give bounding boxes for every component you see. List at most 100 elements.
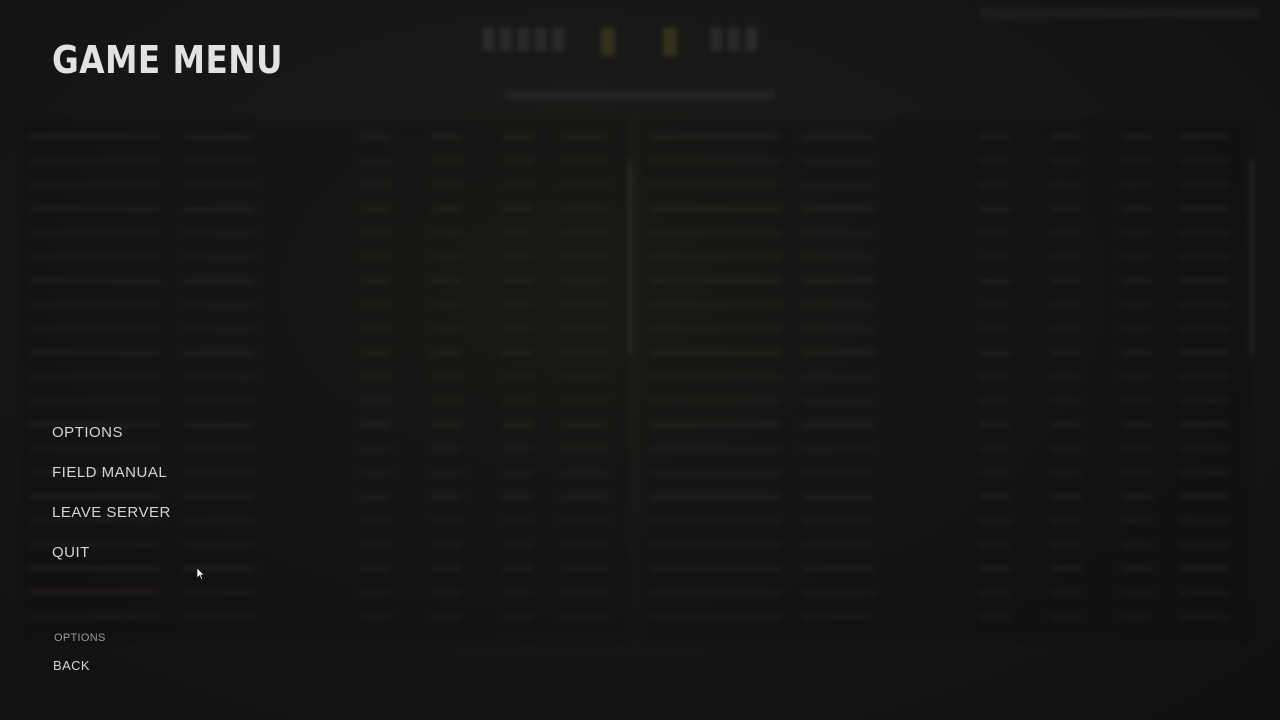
menu-item-leave-server[interactable]: LEAVE SERVER (52, 502, 171, 542)
backdrop-row-segment (360, 591, 390, 594)
backdrop-row-segment (980, 543, 1010, 546)
backdrop-row-segment (803, 183, 875, 186)
backdrop-row-segment (1181, 351, 1229, 354)
menu-item-quit[interactable]: QUIT (52, 542, 171, 582)
backdrop-row-segment (183, 231, 255, 234)
backdrop-row-segment (1122, 471, 1152, 474)
backdrop-row-segment (803, 159, 875, 162)
backdrop-row-segment (1051, 279, 1081, 282)
backdrop-row-segment (650, 591, 780, 594)
backdrop-row-segment (1122, 327, 1152, 330)
backdrop-row-segment (502, 207, 532, 210)
backdrop-row-segment (360, 495, 390, 498)
back-button[interactable]: BACK (53, 658, 90, 673)
backdrop-row-segment (1122, 375, 1152, 378)
backdrop-row-segment (650, 255, 780, 258)
backdrop-row-segment (561, 351, 609, 354)
backdrop-score-left: ▮ (598, 18, 618, 59)
backdrop-row-segment (502, 495, 532, 498)
backdrop-row-segment (431, 159, 461, 162)
backdrop-row-segment (1122, 255, 1152, 258)
backdrop-row-segment (1181, 519, 1229, 522)
backdrop-row-segment (1051, 495, 1081, 498)
backdrop-row-segment (502, 159, 532, 162)
backdrop-row-segment (1181, 183, 1229, 186)
backdrop-row-segment (360, 351, 390, 354)
backdrop-row-segment (360, 303, 390, 306)
backdrop-row-segment (980, 351, 1010, 354)
backdrop-row-segment (803, 279, 875, 282)
backdrop-row-segment (30, 303, 160, 306)
backdrop-row-segment (980, 303, 1010, 306)
backdrop-row-segment (1181, 375, 1229, 378)
backdrop-row-segment (183, 327, 255, 330)
backdrop-scrollbar-left (628, 160, 632, 355)
backdrop-row-segment (1051, 183, 1081, 186)
backdrop-row-segment (650, 135, 780, 138)
backdrop-row-segment (980, 471, 1010, 474)
menu-item-field-manual[interactable]: FIELD MANUAL (52, 462, 171, 502)
backdrop-row-segment (183, 183, 255, 186)
backdrop-row-segment (561, 519, 609, 522)
backdrop-row-segment (650, 207, 780, 210)
backdrop-row-segment (980, 279, 1010, 282)
backdrop-row-segment (1122, 231, 1152, 234)
backdrop-row-segment (431, 567, 461, 570)
backdrop-row-segment (650, 351, 780, 354)
backdrop-row-segment (431, 231, 461, 234)
backdrop-row-segment (803, 135, 875, 138)
backdrop-row-segment (803, 255, 875, 258)
backdrop-row-segment (980, 183, 1010, 186)
backdrop-row-segment (1051, 255, 1081, 258)
backdrop-row-segment (561, 591, 609, 594)
backdrop-row-segment (502, 279, 532, 282)
backdrop-row-segment (803, 519, 875, 522)
backdrop-row-segment (360, 255, 390, 258)
backdrop-row-segment (431, 303, 461, 306)
backdrop-row-segment (30, 135, 160, 138)
backdrop-row-segment (1181, 495, 1229, 498)
backdrop-row-segment (803, 423, 875, 426)
backdrop-score-right: ▮ (660, 18, 680, 59)
backdrop-row-segment (502, 255, 532, 258)
backdrop-row-segment (1122, 447, 1152, 450)
backdrop-row-segment (431, 351, 461, 354)
backdrop-row-segment (1122, 351, 1152, 354)
backdrop-row-segment (803, 375, 875, 378)
backdrop-row-segment (803, 567, 875, 570)
backdrop-row-segment (650, 399, 780, 402)
arrow-pointer-icon (197, 568, 205, 580)
backdrop-row-segment (1181, 303, 1229, 306)
backdrop-row-segment (1181, 159, 1229, 162)
backdrop-row-segment (1181, 207, 1229, 210)
backdrop-row-segment (431, 327, 461, 330)
backdrop-row-segment (1051, 351, 1081, 354)
backdrop-row-segment (561, 423, 609, 426)
backdrop-row-segment (360, 519, 390, 522)
menu-item-options[interactable]: OPTIONS (52, 422, 171, 462)
backdrop-row-segment (1051, 207, 1081, 210)
backdrop-row-segment (1122, 303, 1152, 306)
backdrop-row-segment (561, 207, 609, 210)
backdrop-row-segment (360, 543, 390, 546)
backdrop-row-segment (360, 375, 390, 378)
backdrop-row-segment (431, 375, 461, 378)
backdrop-row-segment (360, 615, 390, 618)
backdrop-row-segment (1122, 207, 1152, 210)
backdrop-row-segment (1122, 519, 1152, 522)
backdrop-row-segment (30, 615, 160, 618)
backdrop-row-segment (561, 135, 609, 138)
backdrop-row-segment (360, 159, 390, 162)
backdrop-row-segment (30, 279, 160, 282)
backdrop-row-segment (1051, 135, 1081, 138)
backdrop-row-segment (360, 447, 390, 450)
backdrop-row-segment (1181, 615, 1229, 618)
game-menu-list: OPTIONS FIELD MANUAL LEAVE SERVER QUIT (52, 422, 171, 582)
backdrop-subtitle (505, 90, 775, 100)
backdrop-row-segment (803, 543, 875, 546)
backdrop-row-segment (360, 183, 390, 186)
backdrop-row-segment (431, 615, 461, 618)
backdrop-row-segment (1122, 567, 1152, 570)
backdrop-row-segment (502, 423, 532, 426)
backdrop-row-segment (803, 231, 875, 234)
